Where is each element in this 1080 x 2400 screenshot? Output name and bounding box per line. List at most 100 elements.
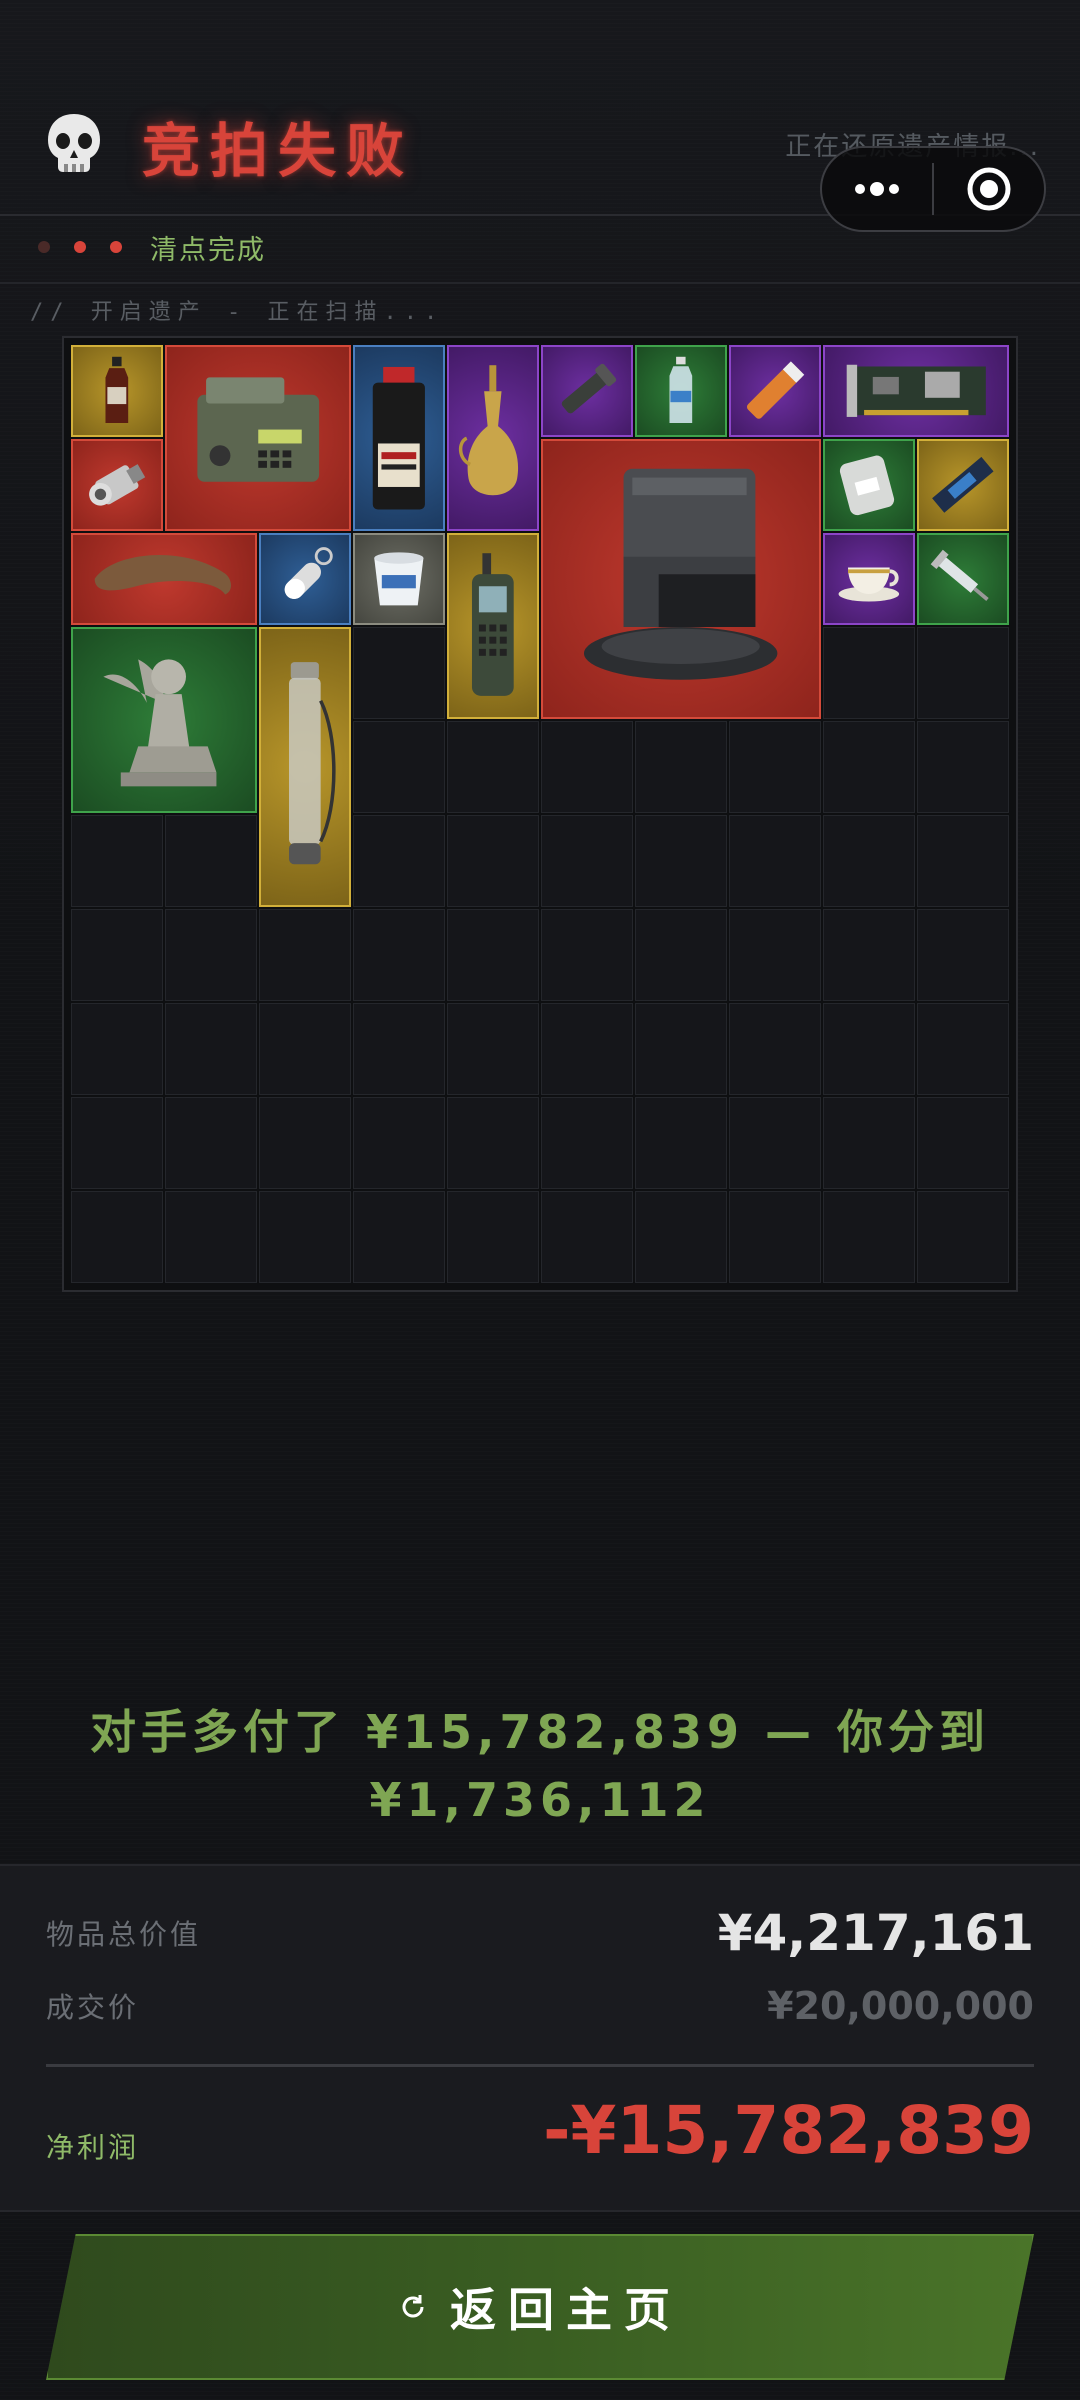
empty-grid-cell [447, 909, 539, 1001]
empty-grid-cell [353, 1097, 445, 1189]
empty-grid-cell [729, 909, 821, 1001]
empty-grid-cell [71, 815, 163, 907]
more-button[interactable] [822, 148, 932, 230]
black-powder-item[interactable] [353, 345, 445, 531]
empty-grid-cell [447, 1191, 539, 1283]
back-home-button[interactable]: 返回主页 [46, 2234, 1034, 2380]
empty-grid-cell [353, 909, 445, 1001]
empty-grid-cell [353, 1003, 445, 1095]
empty-grid-cell [917, 909, 1009, 1001]
page-title: 竞拍失败 [142, 117, 415, 185]
empty-grid-cell [259, 1003, 351, 1095]
close-miniprogram-button[interactable] [934, 148, 1044, 230]
empty-grid-cell [353, 1191, 445, 1283]
teacup-item[interactable] [823, 533, 915, 625]
capsule-item[interactable] [259, 533, 351, 625]
empty-grid-cell [917, 627, 1009, 719]
net-profit-label: 净利润 [46, 2130, 140, 2164]
robot-vacuum-station-item[interactable] [541, 439, 821, 719]
status-dot [74, 241, 86, 253]
empty-grid-cell [635, 1097, 727, 1189]
flare-icon [747, 361, 805, 419]
target-icon [967, 167, 1011, 211]
empty-grid-cell [917, 1003, 1009, 1095]
cylinder-icon [89, 464, 146, 506]
back-home-label: 返回主页 [450, 2283, 682, 2337]
empty-grid-cell [541, 815, 633, 907]
empty-grid-cell [447, 815, 539, 907]
skull-icon [40, 110, 108, 178]
empty-grid-cell [447, 721, 539, 813]
total-value: ¥4,217,161 [717, 1904, 1034, 1962]
result-message-line2: ¥1,736,112 [369, 1773, 711, 1827]
flashlight-item[interactable] [541, 345, 633, 437]
scroll-tube-item[interactable] [259, 627, 351, 907]
status-row: 清点完成 [38, 226, 266, 268]
horn-icon [94, 555, 231, 595]
deal-price-value: ¥20,000,000 [767, 1984, 1034, 2028]
deal-price-row: 成交价 ¥20,000,000 [46, 1984, 1034, 2028]
capsule-menu [820, 146, 1046, 232]
empty-grid-cell [823, 1097, 915, 1189]
summary-panel: 物品总价值 ¥4,217,161 成交价 ¥20,000,000 净利润 -¥1… [0, 1864, 1080, 2212]
empty-grid-cell [823, 815, 915, 907]
empty-grid-cell [259, 909, 351, 1001]
empty-grid-cell [71, 909, 163, 1001]
empty-grid-cell [823, 1003, 915, 1095]
empty-grid-cell [447, 1003, 539, 1095]
sphinx-icon [103, 659, 217, 787]
water-bottle-icon [669, 356, 693, 424]
empty-grid-cell [541, 1003, 633, 1095]
teacup-icon [838, 567, 900, 602]
status-text: 清点完成 [150, 234, 266, 266]
empty-grid-cell [541, 1097, 633, 1189]
empty-grid-cell [541, 909, 633, 1001]
empty-grid-cell [635, 721, 727, 813]
cola-bottle-item[interactable] [71, 345, 163, 437]
total-value-row: 物品总价值 ¥4,217,161 [46, 1904, 1034, 1962]
status-dot [110, 241, 122, 253]
sphinx-statue-item[interactable] [71, 627, 257, 813]
capsule-icon [284, 547, 333, 600]
ssd-stick-item[interactable] [917, 439, 1009, 531]
empty-grid-cell [447, 1097, 539, 1189]
refresh-icon [402, 2295, 424, 2318]
empty-grid-cell [635, 909, 727, 1001]
empty-grid-cell [165, 815, 257, 907]
empty-grid-cell [917, 1097, 1009, 1189]
syringe-item[interactable] [917, 533, 1009, 625]
deal-price-label: 成交价 [46, 1991, 140, 2024]
net-profit-value: -¥15,782,839 [543, 2092, 1034, 2169]
empty-grid-cell [541, 721, 633, 813]
empty-grid-cell [917, 1191, 1009, 1283]
cup-icon [374, 552, 424, 606]
military-radio-item[interactable] [165, 345, 351, 531]
tube-icon [289, 662, 336, 865]
empty-grid-cell [71, 1191, 163, 1283]
total-value-label: 物品总价值 [46, 1918, 202, 1951]
empty-grid-cell [729, 1191, 821, 1283]
hydraulic-cylinder-item[interactable] [71, 439, 163, 531]
empty-grid-cell [635, 1003, 727, 1095]
empty-grid-cell [353, 627, 445, 719]
water-bottle-item[interactable] [635, 345, 727, 437]
flare-item[interactable] [729, 345, 821, 437]
satellite-phone-item[interactable] [447, 533, 539, 719]
bottle-icon [105, 356, 129, 424]
inventory-grid [62, 336, 1018, 1292]
empty-grid-cell [259, 1191, 351, 1283]
empty-grid-cell [259, 1097, 351, 1189]
golden-vase-item[interactable] [447, 345, 539, 531]
yogurt-cup-item[interactable] [353, 533, 445, 625]
circuit-board-item[interactable] [823, 345, 1009, 437]
more-icon [855, 182, 899, 196]
horn-item[interactable] [71, 533, 257, 625]
status-dot [38, 241, 50, 253]
vase-icon [459, 364, 519, 495]
robot-vacuum-icon [584, 469, 778, 681]
empty-grid-cell [635, 815, 727, 907]
fluid-bag-item[interactable] [823, 439, 915, 531]
empty-grid-cell [729, 1097, 821, 1189]
net-profit-row: 净利润 -¥15,782,839 [46, 2092, 1034, 2169]
empty-grid-cell [165, 1191, 257, 1283]
